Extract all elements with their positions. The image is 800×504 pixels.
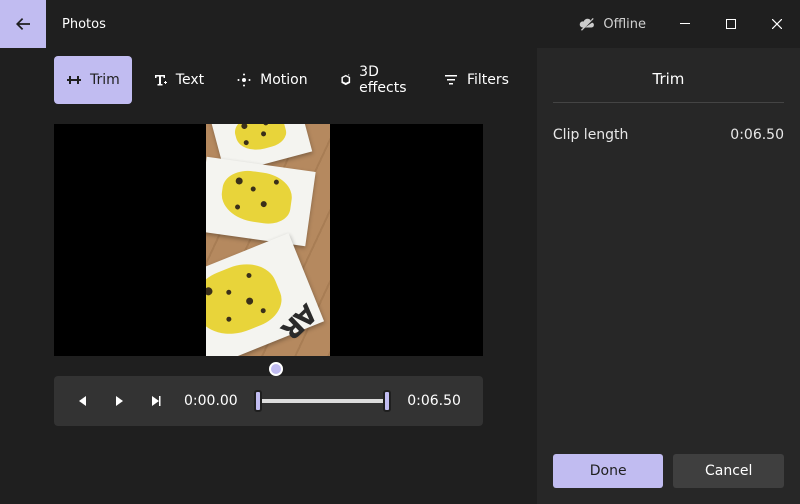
filters-icon — [443, 72, 459, 88]
offline-indicator: Offline — [563, 16, 662, 32]
3d-effects-tool[interactable]: 3D effects — [328, 56, 423, 104]
current-time: 0:00.00 — [184, 393, 238, 409]
app-title: Photos — [62, 17, 106, 32]
titlebar: Photos Offline — [0, 0, 800, 48]
video-preview[interactable]: AR — [54, 124, 483, 356]
3d-effects-icon — [340, 72, 352, 88]
trim-panel: Trim Clip length 0:06.50 Done Cancel — [537, 48, 800, 504]
playhead-dot[interactable] — [269, 362, 283, 376]
panel-divider — [553, 102, 784, 103]
prev-frame-icon — [77, 395, 89, 407]
motion-icon — [236, 72, 252, 88]
text-icon — [152, 72, 168, 88]
close-icon — [772, 19, 782, 29]
minimize-button[interactable] — [662, 0, 708, 48]
trim-range — [258, 399, 388, 403]
video-frame: AR — [206, 124, 330, 356]
playhead-indicator — [54, 356, 483, 376]
end-time: 0:06.50 — [407, 393, 461, 409]
trim-tool[interactable]: Trim — [54, 56, 132, 104]
clip-length-row: Clip length 0:06.50 — [553, 127, 784, 143]
minimize-icon — [680, 19, 690, 29]
maximize-button[interactable] — [708, 0, 754, 48]
clip-length-value: 0:06.50 — [730, 127, 784, 143]
close-button[interactable] — [754, 0, 800, 48]
edit-toolbar: Trim Text Motion 3D effects Filters — [0, 56, 537, 104]
trim-end-handle[interactable] — [383, 390, 391, 412]
prev-frame-button[interactable] — [68, 386, 98, 416]
clip-length-label: Clip length — [553, 127, 629, 143]
offline-label: Offline — [603, 17, 646, 32]
trim-track[interactable] — [256, 399, 390, 403]
trim-icon — [66, 72, 82, 88]
cloud-offline-icon — [579, 16, 595, 32]
text-tool[interactable]: Text — [140, 56, 216, 104]
panel-title: Trim — [553, 70, 784, 102]
playback-controls: 0:00.00 0:06.50 — [54, 376, 483, 426]
trim-start-handle[interactable] — [254, 390, 262, 412]
motion-tool[interactable]: Motion — [224, 56, 319, 104]
editor-area: Trim Text Motion 3D effects Filters — [0, 48, 537, 504]
back-button[interactable] — [0, 0, 46, 48]
done-button[interactable]: Done — [553, 454, 664, 488]
maximize-icon — [726, 19, 736, 29]
next-frame-icon — [149, 395, 161, 407]
filters-tool[interactable]: Filters — [431, 56, 521, 104]
play-icon — [113, 395, 125, 407]
play-button[interactable] — [104, 386, 134, 416]
window-controls — [662, 0, 800, 48]
cancel-button[interactable]: Cancel — [673, 454, 784, 488]
back-arrow-icon — [15, 16, 31, 32]
next-frame-button[interactable] — [140, 386, 170, 416]
